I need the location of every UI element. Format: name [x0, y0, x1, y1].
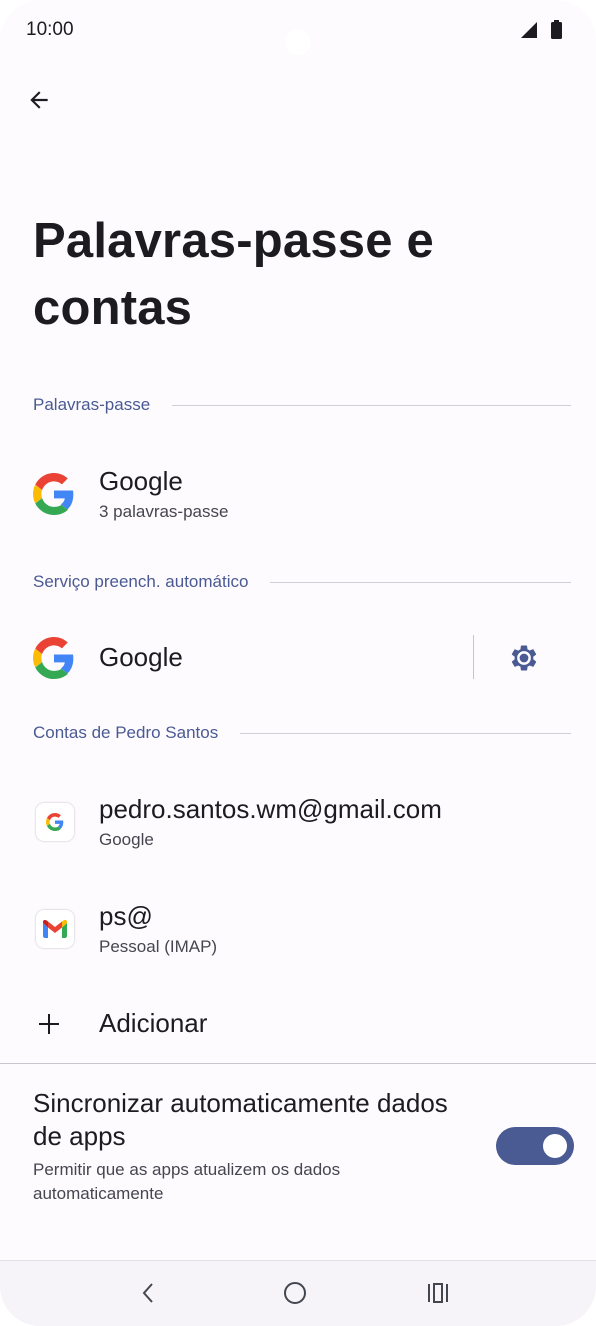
google-g-icon — [33, 473, 74, 515]
section-header-label: Serviço preench. automático — [33, 572, 249, 591]
toggle-knob — [543, 1134, 567, 1158]
item-subtitle: 3 palavras-passe — [99, 502, 229, 521]
recents-icon — [428, 1283, 448, 1303]
google-app-icon — [36, 803, 74, 841]
navigation-bar — [0, 1260, 596, 1326]
status-time: 10:00 — [26, 19, 74, 40]
section-divider — [240, 732, 571, 734]
add-account-label: Adicionar — [99, 1008, 208, 1038]
gmail-m-icon — [43, 920, 67, 938]
auto-sync-description: Permitir que as apps atualizem os dados … — [33, 1160, 341, 1203]
account-item-google[interactable]: pedro.santos.wm@gmail.com Google — [0, 778, 596, 868]
nav-home-button[interactable] — [273, 1273, 317, 1313]
gear-icon — [511, 645, 537, 671]
camera-cutout — [285, 29, 311, 55]
nav-back-button[interactable] — [126, 1273, 170, 1313]
section-divider — [0, 1063, 596, 1064]
gmail-icon — [36, 910, 74, 948]
signal-icon — [521, 22, 537, 38]
vertical-divider — [473, 635, 474, 679]
plus-icon — [39, 1014, 59, 1034]
nav-recents-button[interactable] — [416, 1273, 460, 1313]
battery-icon — [551, 20, 562, 39]
back-button[interactable] — [18, 79, 60, 121]
account-type: Google — [99, 830, 154, 849]
section-divider — [172, 404, 571, 406]
section-header-autofill: Serviço preench. automático — [33, 570, 571, 594]
arrow-back-icon — [30, 91, 48, 109]
password-manager-item-google[interactable]: Google 3 palavras-passe — [0, 450, 596, 540]
chevron-left-icon — [142, 1283, 153, 1303]
item-title: Google — [99, 642, 183, 672]
phone-screen: 10:00 Palavras-passe e contas Palavras-p… — [0, 0, 596, 1326]
account-email: pedro.santos.wm@gmail.com — [99, 794, 442, 824]
account-item-imap[interactable]: ps@ Pessoal (IMAP) — [0, 885, 596, 975]
google-g-icon — [46, 813, 64, 831]
section-header-label: Contas de Pedro Santos — [33, 723, 219, 742]
section-header-accounts: Contas de Pedro Santos — [33, 721, 571, 745]
autofill-settings-button[interactable] — [502, 636, 546, 680]
status-bar: 10:00 — [0, 0, 596, 60]
add-account-button[interactable]: Adicionar — [0, 990, 596, 1058]
page-title: Palavras-passe e contas — [33, 214, 434, 335]
section-header-passwords: Palavras-passe — [33, 393, 571, 417]
auto-sync-toggle[interactable] — [496, 1127, 574, 1165]
account-email: ps@ — [99, 901, 153, 931]
google-g-icon — [33, 637, 74, 679]
section-divider — [270, 581, 571, 583]
auto-sync-title: Sincronizar automaticamente dados de app… — [33, 1088, 448, 1151]
section-header-label: Palavras-passe — [33, 395, 151, 414]
account-type: Pessoal (IMAP) — [99, 937, 218, 956]
home-circle-icon — [284, 1282, 306, 1304]
item-title: Google — [99, 466, 183, 496]
